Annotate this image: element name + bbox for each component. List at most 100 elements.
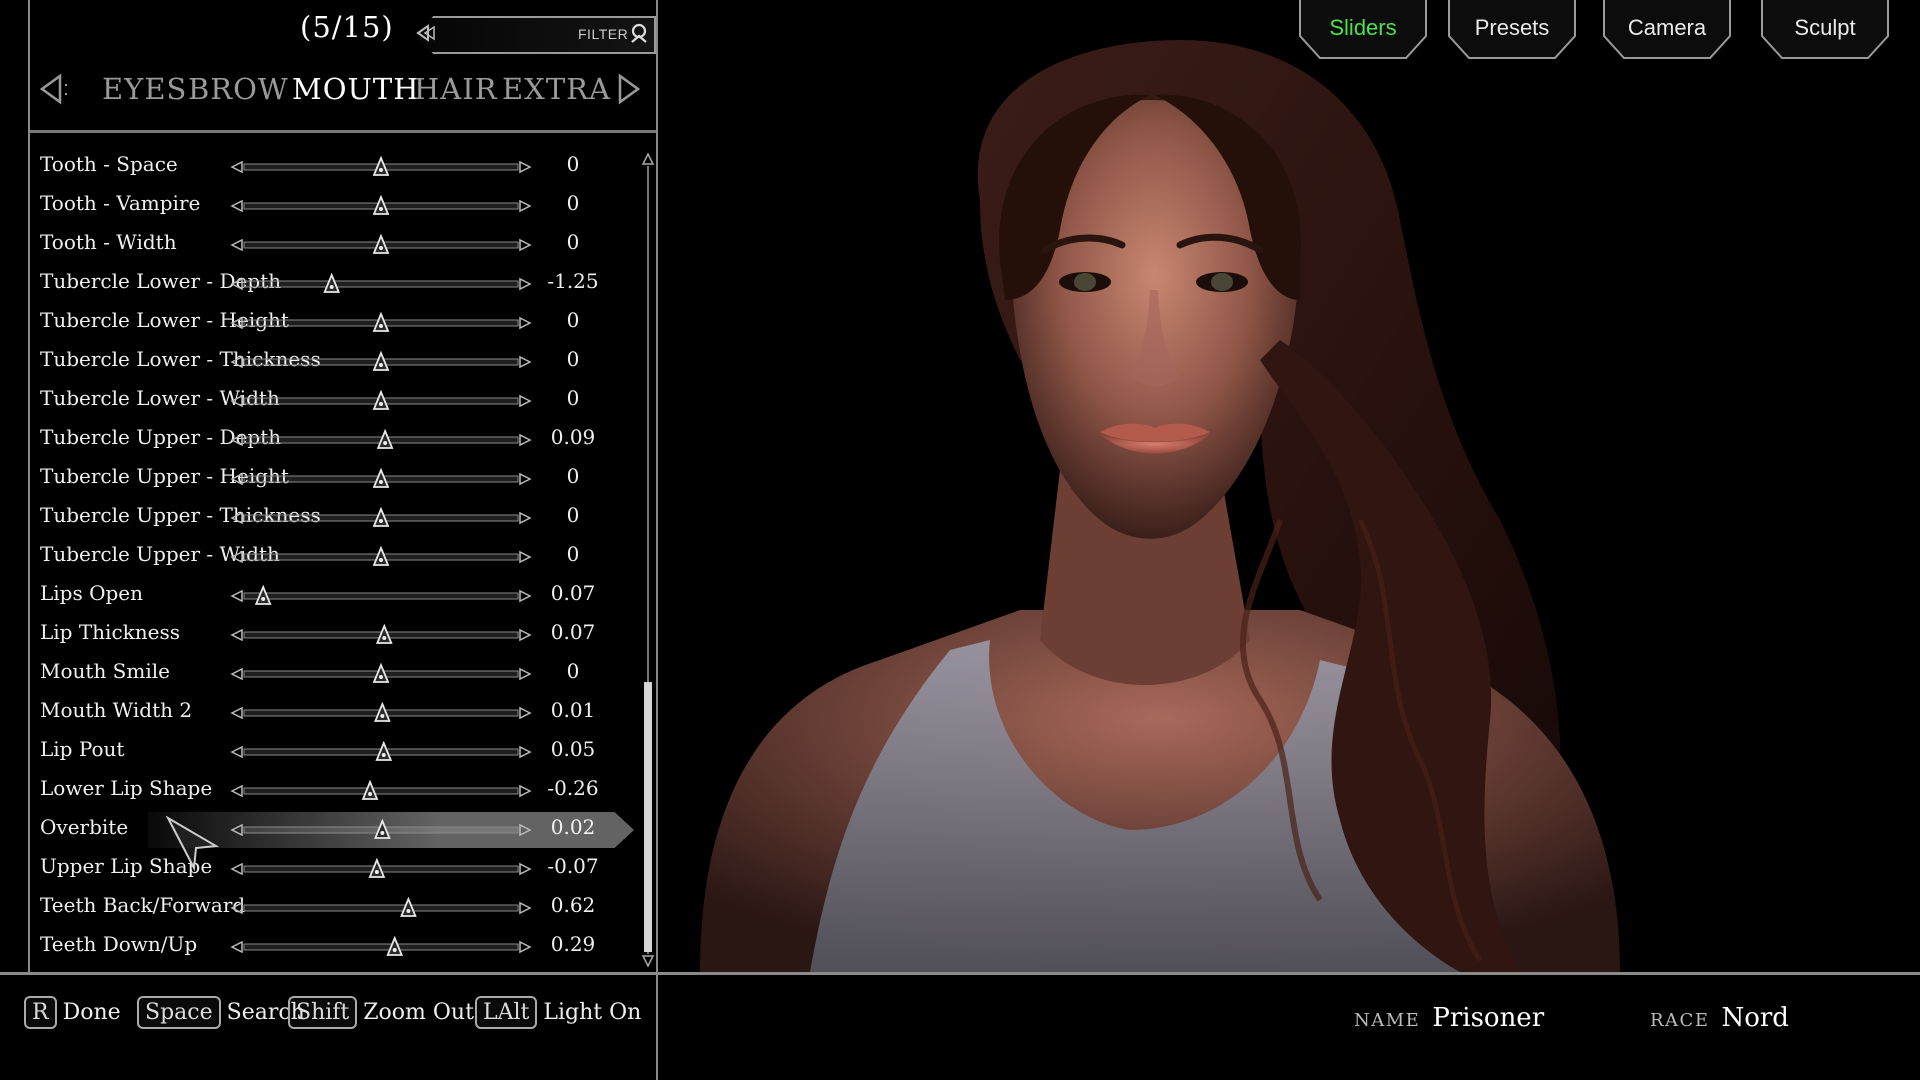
slider-row[interactable]: Mouth Width 2 0.01 <box>30 694 650 733</box>
slider-left-arrow-icon[interactable] <box>230 316 243 330</box>
slider-left-arrow-icon[interactable] <box>230 706 243 720</box>
slider-row[interactable]: Tubercle Lower - Thickness 0 <box>30 343 650 382</box>
page-counter: (5/15) <box>300 10 394 44</box>
tab-extra[interactable]: EXTRA <box>502 72 611 106</box>
scrollbar[interactable] <box>641 152 655 968</box>
slider-left-arrow-icon[interactable] <box>230 940 243 954</box>
tab-mouth[interactable]: MOUTH <box>292 72 420 106</box>
slider-left-arrow-icon[interactable] <box>230 784 243 798</box>
slider-label: Mouth Smile <box>40 659 170 683</box>
slider-thumb-dot <box>368 792 373 796</box>
slider-row[interactable]: Tubercle Lower - Height 0 <box>30 304 650 343</box>
tab-presets-button[interactable]: Presets <box>1447 0 1577 60</box>
filter-left-arrow-icon[interactable] <box>416 24 438 42</box>
tab-camera-button[interactable]: Camera <box>1602 0 1732 60</box>
slider-track[interactable] <box>228 195 534 217</box>
slider-track[interactable] <box>228 858 534 880</box>
slider-left-arrow-icon[interactable] <box>230 355 243 369</box>
hint-light-on[interactable]: LAlt Light On <box>475 992 641 1032</box>
name-value: Prisoner <box>1432 1003 1545 1033</box>
slider-row[interactable]: Upper Lip Shape -0.07 <box>30 850 650 889</box>
slider-thumb-dot <box>392 948 397 952</box>
slider-track[interactable] <box>228 936 534 958</box>
hint-light-on-label: Light On <box>543 999 642 1025</box>
tab-eyes[interactable]: EYES <box>102 72 187 106</box>
slider-left-arrow-icon[interactable] <box>230 862 243 876</box>
slider-track[interactable] <box>228 468 534 490</box>
tab-sculpt-button[interactable]: Sculpt <box>1760 0 1890 60</box>
slider-row[interactable]: Tubercle Upper - Height 0 <box>30 460 650 499</box>
slider-row[interactable]: Tubercle Upper - Width 0 <box>30 538 650 577</box>
racemenu-screen: (5/15) FILTER EYES BROW MOUTH HAIR EXTRA <box>0 0 1920 1080</box>
hint-done[interactable]: R Done <box>24 992 121 1032</box>
hint-search[interactable]: Space Search <box>137 992 305 1032</box>
slider-value: -1.25 <box>547 269 599 293</box>
slider-track[interactable] <box>228 546 534 568</box>
slider-row[interactable]: Lip Pout 0.05 <box>30 733 650 772</box>
slider-row[interactable]: Lip Thickness 0.07 <box>30 616 650 655</box>
slider-row[interactable]: Tooth - Vampire 0 <box>30 187 650 226</box>
slider-row[interactable]: Lower Lip Shape -0.26 <box>30 772 650 811</box>
slider-row[interactable]: Tubercle Lower - Depth -1.25 <box>30 265 650 304</box>
slider-row[interactable]: Teeth Down/Up 0.29 <box>30 928 650 967</box>
slider-left-arrow-icon[interactable] <box>230 667 243 681</box>
slider-row[interactable]: Lips Open 0.07 <box>30 577 650 616</box>
slider-row[interactable]: Teeth Back/Forward 0.62 <box>30 889 650 928</box>
slider-left-arrow-icon[interactable] <box>230 199 243 213</box>
tab-sliders-button[interactable]: Sliders <box>1298 0 1428 60</box>
slider-thumb-dot <box>329 285 334 289</box>
slider-track[interactable] <box>228 234 534 256</box>
slider-value: 0.09 <box>550 425 596 449</box>
slider-left-arrow-icon[interactable] <box>230 589 243 603</box>
slider-left-arrow-icon[interactable] <box>230 511 243 525</box>
slider-value: 0.01 <box>550 698 596 722</box>
slider-left-arrow-icon[interactable] <box>230 745 243 759</box>
slider-track[interactable] <box>228 351 534 373</box>
slider-left-arrow-icon[interactable] <box>230 277 243 291</box>
slider-track[interactable] <box>228 819 534 841</box>
slider-left-arrow-icon[interactable] <box>230 550 243 564</box>
slider-left-arrow-icon[interactable] <box>230 433 243 447</box>
slider-row[interactable]: Tubercle Upper - Thickness 0 <box>30 499 650 538</box>
slider-left-arrow-icon[interactable] <box>230 823 243 837</box>
slider-value: 0.07 <box>550 620 596 644</box>
slider-row[interactable]: Tubercle Upper - Depth 0.09 <box>30 421 650 460</box>
slider-track[interactable] <box>228 585 534 607</box>
slider-track[interactable] <box>228 897 534 919</box>
slider-track[interactable] <box>228 390 534 412</box>
slider-row[interactable]: Overbite 0.02 <box>30 811 650 850</box>
slider-left-arrow-icon[interactable] <box>230 901 243 915</box>
slider-left-arrow-icon[interactable] <box>230 472 243 486</box>
slider-row[interactable]: Mouth Smile 0 <box>30 655 650 694</box>
slider-track[interactable] <box>228 273 534 295</box>
slider-row[interactable]: Tubercle Lower - Width 0 <box>30 382 650 421</box>
tab-brow[interactable]: BROW <box>188 72 289 106</box>
slider-track[interactable] <box>228 624 534 646</box>
slider-left-arrow-icon[interactable] <box>230 628 243 642</box>
slider-track[interactable] <box>228 780 534 802</box>
slider-track[interactable] <box>228 156 534 178</box>
slider-label: Tooth - Vampire <box>40 191 201 215</box>
slider-left-arrow-icon[interactable] <box>230 160 243 174</box>
slider-value: 0 <box>566 230 580 254</box>
slider-track[interactable] <box>228 507 534 529</box>
search-icon[interactable] <box>628 22 650 44</box>
slider-row[interactable]: Tooth - Space 0 <box>30 148 650 187</box>
slider-track[interactable] <box>228 312 534 334</box>
slider-track[interactable] <box>228 741 534 763</box>
tab-next-arrow-icon[interactable] <box>612 72 642 106</box>
slider-left-arrow-icon[interactable] <box>230 238 243 252</box>
slider-row[interactable]: Tooth - Width 0 <box>30 226 650 265</box>
tab-prev-arrow-icon[interactable] <box>38 72 68 106</box>
hint-zoom-out[interactable]: Shift Zoom Out <box>288 992 474 1032</box>
slider-thumb-dot <box>379 363 383 367</box>
button-label: Sliders <box>1329 15 1397 40</box>
slider-left-arrow-icon[interactable] <box>230 394 243 408</box>
slider-value: 0 <box>566 503 580 527</box>
slider-value: 0 <box>566 386 580 410</box>
tab-hair[interactable]: HAIR <box>414 72 498 106</box>
slider-thumb-dot <box>379 168 383 172</box>
slider-track[interactable] <box>228 663 534 685</box>
slider-track[interactable] <box>228 429 534 451</box>
slider-track[interactable] <box>228 702 534 724</box>
